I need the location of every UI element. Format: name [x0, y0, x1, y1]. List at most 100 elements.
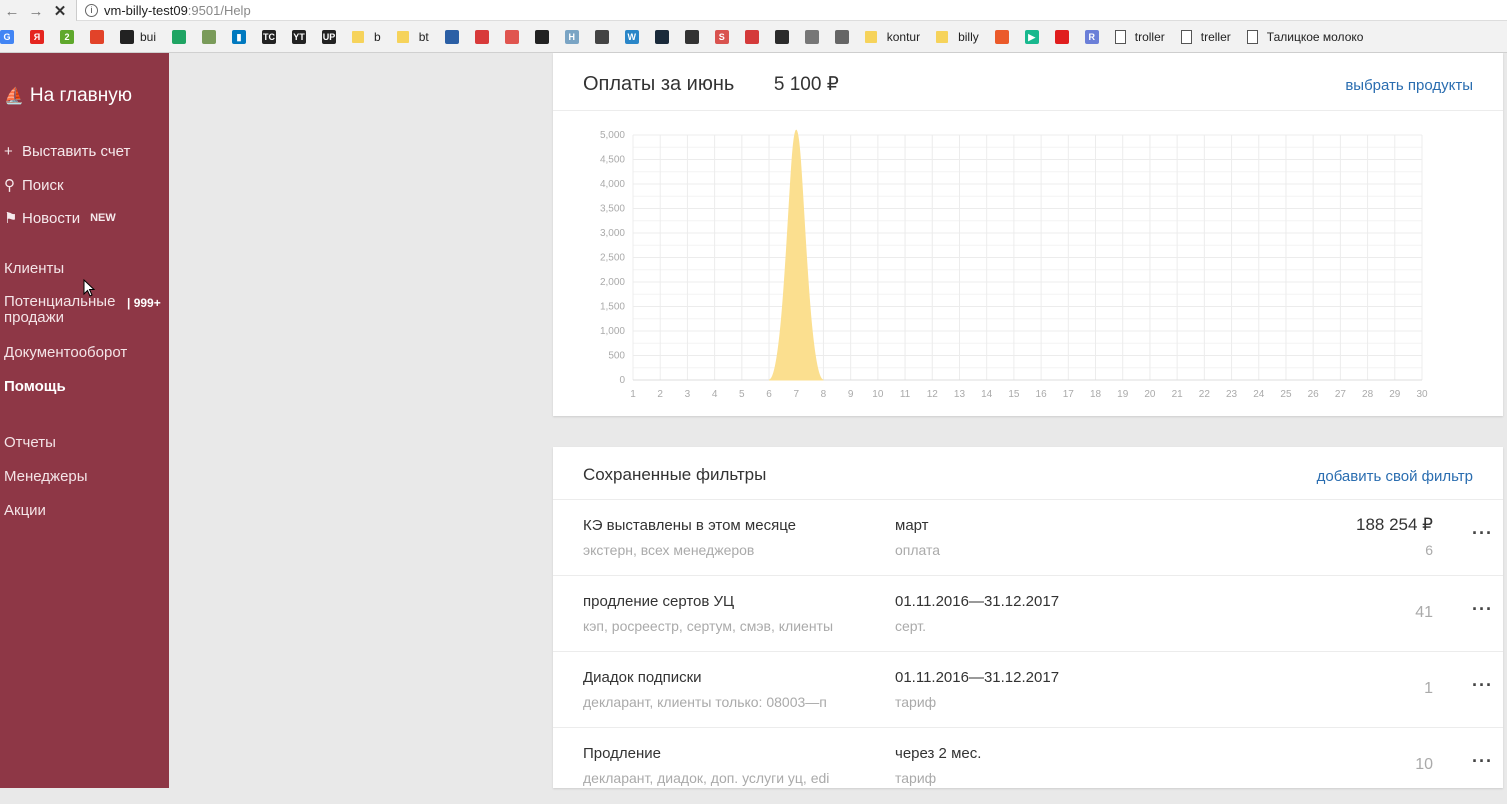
bookmark-label: Талицкое молоко	[1266, 30, 1364, 44]
bookmark-item[interactable]: Я	[30, 30, 50, 44]
more-options-icon[interactable]: ···	[1472, 751, 1493, 772]
bookmark-item[interactable]: ▮	[232, 30, 252, 44]
circle-icon	[504, 30, 519, 44]
filter-name[interactable]: КЭ выставлены в этом месяце	[583, 517, 796, 534]
create-invoice-link[interactable]: + Выставить счет	[4, 143, 130, 160]
x-tick-label: 20	[1144, 389, 1156, 400]
x-tick-label: 28	[1362, 389, 1374, 400]
bookmark-item[interactable]	[594, 30, 615, 44]
payments-chart: 0 500 1,000 1,500 2,000 2,500 3,000 3,500 4,000 4…	[600, 129, 1428, 400]
bookmark-item[interactable]	[504, 30, 525, 44]
bookmark-2-icon: 2	[60, 30, 74, 44]
more-options-icon[interactable]: ···	[1472, 523, 1493, 544]
search-label: Поиск	[22, 176, 64, 194]
bookmark-item[interactable]	[834, 30, 855, 44]
bookmark-label: bt	[418, 30, 429, 44]
bookmark-item[interactable]: kontur	[864, 30, 926, 44]
more-options-icon[interactable]: ···	[1472, 675, 1493, 696]
filter-description: экстерн, всех менеджеров	[583, 542, 755, 558]
home-red-icon	[1054, 30, 1069, 44]
bookmark-item[interactable]	[654, 30, 675, 44]
bookmark-item[interactable]	[804, 30, 825, 44]
play-icon: ▶	[1024, 30, 1039, 44]
nav-promotions[interactable]: Акции	[4, 502, 46, 519]
page-icon	[1246, 30, 1258, 44]
bookmark-item[interactable]	[202, 30, 222, 44]
filter-row[interactable]: продление сертов УЦ кэп, росреестр, серт…	[553, 575, 1503, 652]
nav-potential-sales[interactable]: Потенциальные продажи	[4, 294, 115, 326]
x-tick-label: 7	[793, 389, 799, 400]
bookmark-item[interactable]	[172, 30, 192, 44]
y-tick-label: 3,000	[600, 228, 625, 239]
info-icon[interactable]: i	[85, 3, 98, 17]
bookmark-item[interactable]: billy	[936, 30, 985, 44]
user-icon	[474, 30, 489, 44]
bookmark-item[interactable]: YT	[292, 30, 312, 44]
y-tick-label: 1,000	[600, 326, 625, 337]
filter-name[interactable]: Продление	[583, 745, 661, 762]
nav-clients[interactable]: Клиенты	[4, 260, 64, 277]
x-tick-label: 27	[1335, 389, 1347, 400]
bookmark-item[interactable]: UP	[322, 30, 342, 44]
browser-toolbar: ← → ✕ i vm-billy-test09:9501/Help	[0, 0, 1507, 22]
x-tick-label: 1	[630, 389, 636, 400]
back-icon[interactable]: ←	[0, 3, 24, 20]
bookmark-item[interactable]: G	[0, 30, 20, 44]
h-icon: H	[564, 30, 579, 44]
add-filter-link[interactable]: добавить свой фильтр	[1317, 468, 1473, 485]
bookmark-item[interactable]: b	[352, 30, 387, 44]
wordpress-icon: W	[624, 30, 639, 44]
bookmark-item[interactable]: Талицкое молоко	[1246, 30, 1370, 44]
bookmark-item[interactable]	[444, 30, 465, 44]
bookmark-item[interactable]	[774, 30, 795, 44]
home-link[interactable]: ⛵ На главную	[4, 85, 132, 107]
more-options-icon[interactable]: ···	[1472, 599, 1493, 620]
filter-row[interactable]: КЭ выставлены в этом месяце экстерн, все…	[553, 499, 1503, 576]
stop-icon[interactable]: ✕	[48, 2, 72, 20]
bookmark-item[interactable]: 2	[60, 30, 80, 44]
x-tick-label: 11	[900, 389, 911, 400]
nav-reports[interactable]: Отчеты	[4, 434, 56, 451]
news-link[interactable]: ⚑ Новости NEW	[4, 209, 116, 228]
saved-filters-card: Сохраненные фильтры добавить свой фильтр…	[553, 447, 1503, 788]
filter-period: 01.11.2016—31.12.2017	[895, 593, 1060, 610]
nav-documents[interactable]: Документооборот	[4, 344, 127, 361]
select-products-link[interactable]: выбрать продукты	[1345, 77, 1473, 94]
bookmark-item[interactable]	[1054, 30, 1075, 44]
url-bar[interactable]: i vm-billy-test09:9501/Help	[76, 0, 1507, 21]
bookmark-item[interactable]: H	[564, 30, 585, 44]
yandex-icon: Я	[30, 30, 44, 44]
y-tick-label: 4,000	[600, 179, 625, 190]
x-tick-label: 15	[1008, 389, 1020, 400]
bookmark-item[interactable]: troller	[1114, 30, 1171, 44]
filter-row[interactable]: Диадок подписки декларант, клиенты тольк…	[553, 651, 1503, 728]
r-icon: R	[1084, 30, 1099, 44]
bookmark-item[interactable]: S	[714, 30, 735, 44]
filter-row[interactable]: Продление декларант, диадок, доп. услуги…	[553, 727, 1503, 804]
bookmark-item[interactable]: W	[624, 30, 645, 44]
forward-icon[interactable]: →	[24, 3, 48, 20]
network-icon	[684, 30, 699, 44]
bookmark-item[interactable]: ▶	[1024, 30, 1045, 44]
bookmark-item[interactable]: bui	[120, 30, 162, 44]
new-badge: NEW	[90, 212, 116, 224]
bookmark-item[interactable]	[474, 30, 495, 44]
filter-name[interactable]: продление сертов УЦ	[583, 593, 734, 610]
bookmark-item[interactable]	[684, 30, 705, 44]
bookmark-item[interactable]: TC	[262, 30, 282, 44]
filter-name[interactable]: Диадок подписки	[583, 669, 702, 686]
bookmark-item[interactable]: bt	[396, 30, 435, 44]
nav-managers[interactable]: Менеджеры	[4, 468, 88, 485]
bookmark-item[interactable]	[90, 30, 110, 44]
bookmark-item[interactable]: treller	[1180, 30, 1237, 44]
filter-period: март	[895, 517, 929, 534]
x-tick-label: 29	[1389, 389, 1401, 400]
nav-help[interactable]: Помощь	[4, 378, 66, 395]
bookmark-item[interactable]	[994, 30, 1015, 44]
bookmark-item[interactable]	[534, 30, 555, 44]
x-tick-label: 8	[821, 389, 827, 400]
bookmark-item[interactable]	[744, 30, 765, 44]
bookmark-label: bui	[140, 30, 157, 44]
bookmark-item[interactable]: R	[1084, 30, 1105, 44]
search-link[interactable]: ⚲ Поиск	[4, 176, 64, 195]
